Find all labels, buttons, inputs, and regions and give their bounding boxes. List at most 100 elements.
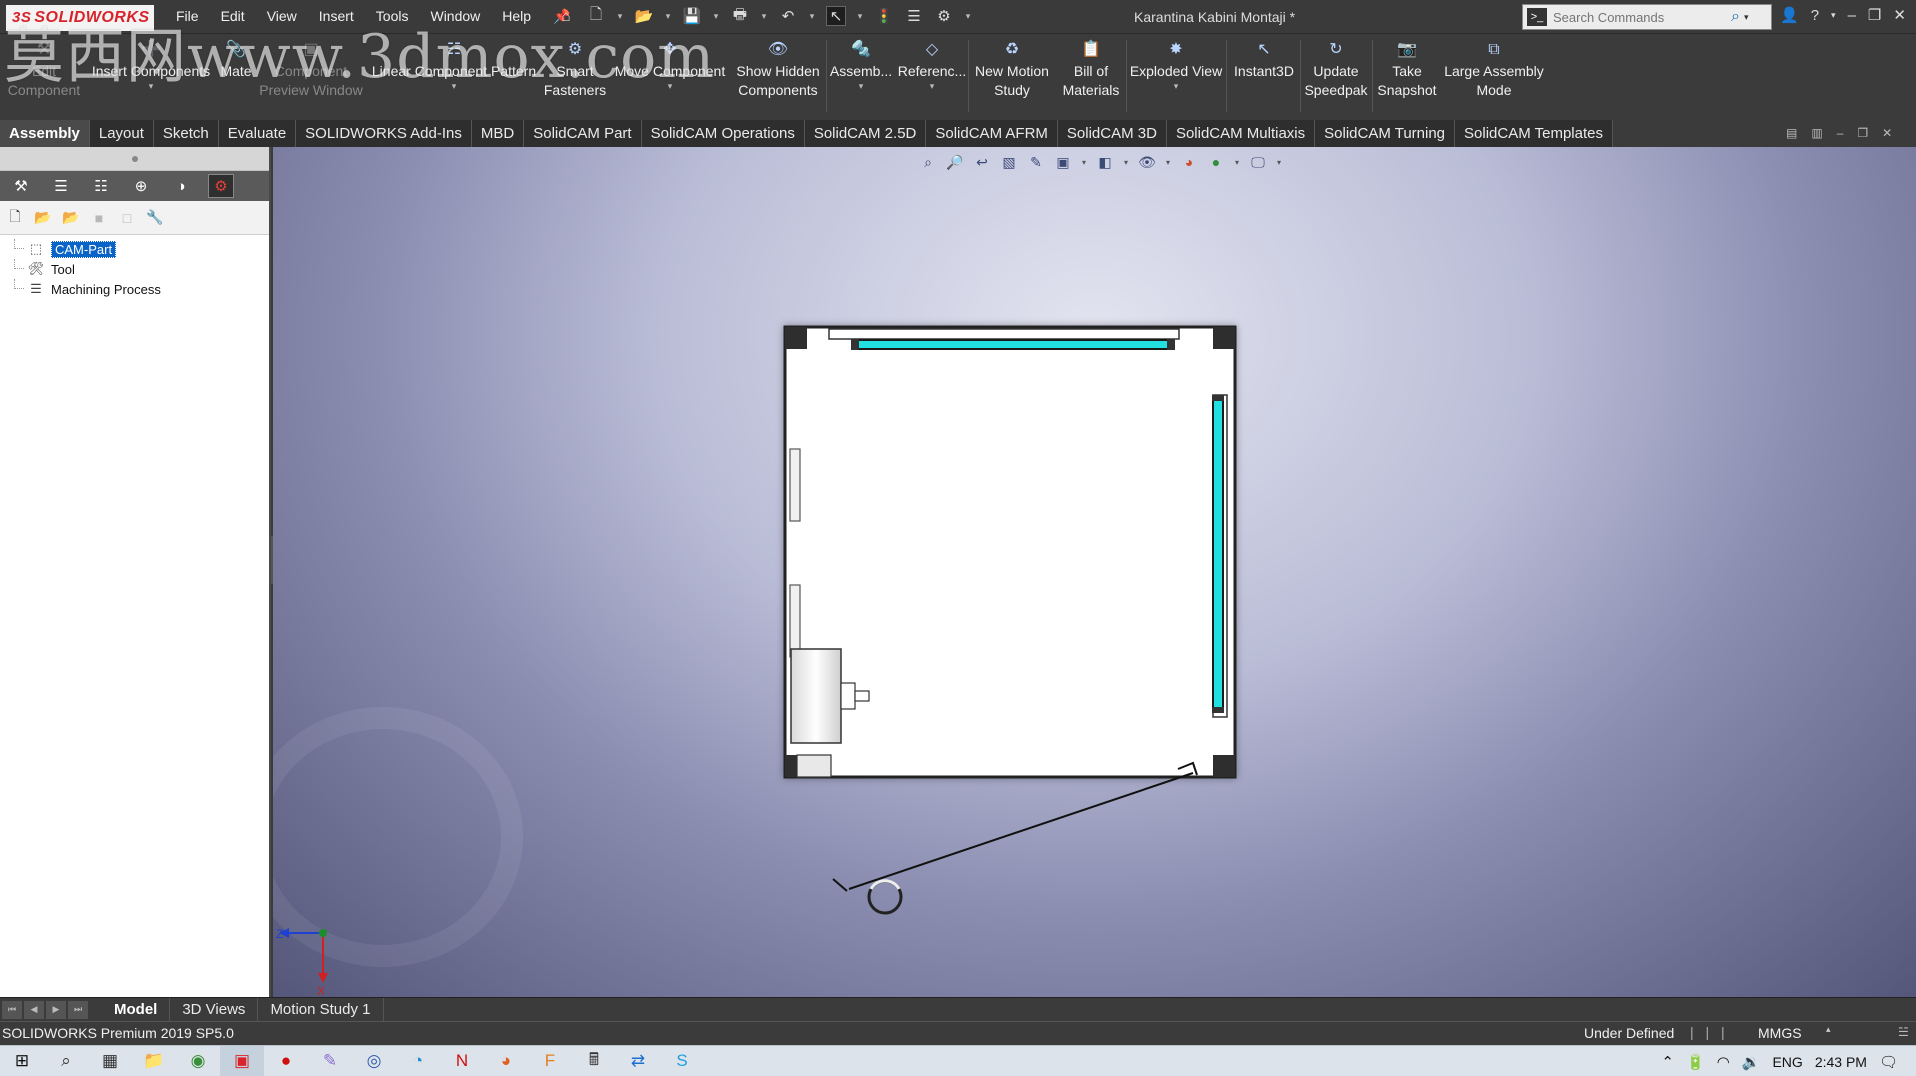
open-folder-green-icon[interactable]: 📂 xyxy=(34,209,52,227)
chevron-up-icon[interactable]: ⌃ xyxy=(1661,1053,1674,1071)
dimxpertmanager-tab-icon[interactable]: ⊕ xyxy=(128,174,154,198)
cabinet-model-view[interactable]: Z X xyxy=(273,147,1916,997)
next-tab-icon[interactable]: ▶ xyxy=(46,1000,66,1019)
move-component-button[interactable]: ✥ Move Component ▾ xyxy=(612,38,728,92)
tab-evaluate[interactable]: Evaluate xyxy=(218,120,297,147)
menu-tools[interactable]: Tools xyxy=(376,8,409,25)
solidworks-logo[interactable]: 3S SOLIDWORKS xyxy=(6,5,154,31)
chevron-down-icon[interactable]: ▾ xyxy=(452,81,457,91)
chevron-up-icon[interactable]: ▴ xyxy=(1826,1024,1831,1035)
component-preview-window-button[interactable]: ▣ Component Preview Window xyxy=(258,38,364,100)
save-icon[interactable]: ■ xyxy=(90,209,108,227)
tree-item-cam-part[interactable]: ⬚ CAM-Part xyxy=(10,239,269,259)
chevron-down-icon[interactable]: ▾ xyxy=(149,81,154,91)
chevron-down-icon[interactable]: ▾ xyxy=(859,81,864,91)
firefox-icon[interactable]: ◕ xyxy=(484,1046,528,1076)
chevron-down-icon[interactable]: ▾ xyxy=(930,81,935,91)
file-properties-icon[interactable]: ☰ xyxy=(904,6,924,26)
menu-file[interactable]: File xyxy=(176,8,199,25)
tab-mbd[interactable]: MBD xyxy=(471,120,525,147)
netflix-icon[interactable]: N xyxy=(440,1046,484,1076)
chevron-down-icon[interactable]: ▾ xyxy=(712,6,720,26)
menu-view[interactable]: View xyxy=(267,8,297,25)
restore-icon[interactable]: ❐ xyxy=(1857,126,1868,140)
volume-icon[interactable]: 🔉 xyxy=(1742,1053,1761,1071)
skype-icon[interactable]: S xyxy=(660,1046,704,1076)
smart-fasteners-button[interactable]: ⚙ Smart Fasteners xyxy=(538,38,612,100)
home-icon[interactable]: ⌂ xyxy=(556,6,576,26)
recorder-icon[interactable]: ● xyxy=(264,1046,308,1076)
rebuild-traffic-light-icon[interactable]: 🚦 xyxy=(874,6,894,26)
search-icon[interactable]: ⌕ xyxy=(1731,8,1740,26)
close-icon[interactable]: ✕ xyxy=(1893,6,1906,24)
graphics-area[interactable]: ⌕ 🔎 ↩ ▧ ✎ ▣ ▾ ◧ ▾ 👁 ▾ ◕ ● ▾ 🖵 ▾ Z X xyxy=(273,147,1916,997)
menu-insert[interactable]: Insert xyxy=(319,8,354,25)
tile-left-icon[interactable]: ▤ xyxy=(1786,126,1797,140)
take-snapshot-button[interactable]: 📷 Take Snapshot xyxy=(1374,38,1440,100)
chrome-icon[interactable]: ◉ xyxy=(176,1046,220,1076)
first-tab-icon[interactable]: ⏮ xyxy=(2,1000,22,1019)
chevron-down-icon[interactable]: ▾ xyxy=(856,6,864,26)
notifications-icon[interactable]: 🗨 xyxy=(1879,1053,1898,1071)
tab-model[interactable]: Model xyxy=(102,997,171,1022)
user-icon[interactable]: 👤 xyxy=(1780,6,1799,24)
tile-right-icon[interactable]: ▥ xyxy=(1811,126,1822,140)
rebuild-status-icon[interactable]: ☱ xyxy=(1898,1025,1909,1039)
minimize-icon[interactable]: – xyxy=(1848,7,1856,24)
search-icon[interactable]: ⌕ xyxy=(44,1046,88,1076)
save-icon[interactable]: 💾 xyxy=(682,6,702,26)
chevron-down-icon[interactable]: ▾ xyxy=(1744,12,1749,23)
show-hidden-components-button[interactable]: 👁 Show Hidden Components xyxy=(734,38,822,100)
update-speedpak-button[interactable]: ↻ Update Speedpak xyxy=(1302,38,1370,100)
open-door[interactable] xyxy=(848,772,1194,890)
new-document-icon[interactable]: 🗋 xyxy=(6,208,24,227)
tab-solidcam-operations[interactable]: SolidCAM Operations xyxy=(641,120,805,147)
copy-icon[interactable]: □ xyxy=(118,209,136,227)
tree-item-machining-process[interactable]: ☰ Machining Process xyxy=(10,279,269,299)
instant3d-button[interactable]: ↖ Instant3D xyxy=(1228,38,1300,81)
propertymanager-tab-icon[interactable]: ☰ xyxy=(48,174,74,198)
options-gear-icon[interactable]: ⚙ xyxy=(934,6,954,26)
tab-sketch[interactable]: Sketch xyxy=(153,120,219,147)
tab-motion-study-1[interactable]: Motion Study 1 xyxy=(258,997,384,1022)
paint-icon[interactable]: ✎ xyxy=(308,1046,352,1076)
tab-assembly[interactable]: Assembly xyxy=(0,120,90,147)
right-uv-lamp[interactable] xyxy=(1212,398,1224,712)
top-uv-lamp[interactable] xyxy=(854,339,1172,350)
edit-component-button[interactable]: ⚒ Edit Component xyxy=(6,38,82,100)
tab-solidcam-multiaxis[interactable]: SolidCAM Multiaxis xyxy=(1166,120,1316,147)
restore-icon[interactable]: ❐ xyxy=(1868,6,1881,24)
exploded-view-button[interactable]: ✸ Exploded View ▾ xyxy=(1128,38,1224,92)
unit-system-selector[interactable]: MMGS xyxy=(1758,1025,1802,1041)
search-commands-box[interactable]: >_ ⌕ ▾ xyxy=(1522,4,1772,30)
edge-icon[interactable]: ◔ xyxy=(396,1046,440,1076)
chevron-down-icon[interactable]: ▾ xyxy=(1831,10,1836,21)
wrench-icon[interactable]: 🔧 xyxy=(146,209,164,227)
file-explorer-icon[interactable]: 📁 xyxy=(132,1046,176,1076)
task-view-icon[interactable]: ▦ xyxy=(88,1046,132,1076)
tab-solidcam-turning[interactable]: SolidCAM Turning xyxy=(1315,120,1456,147)
insert-components-button[interactable]: ➕ Insert Components ▾ xyxy=(88,38,214,92)
tab-solidcam-templates[interactable]: SolidCAM Templates xyxy=(1455,120,1613,147)
pane-grip[interactable] xyxy=(0,147,269,171)
tab-solidcam-2-5d[interactable]: SolidCAM 2.5D xyxy=(804,120,927,147)
linear-component-pattern-button[interactable]: ☷ Linear Component Pattern ▾ xyxy=(370,38,538,92)
displaymanager-tab-icon[interactable]: ◑ xyxy=(168,174,194,198)
chevron-down-icon[interactable]: ▾ xyxy=(808,6,816,26)
solidcam-manager-tab-icon[interactable]: ⚙ xyxy=(208,174,234,198)
tab-3d-views[interactable]: 3D Views xyxy=(170,997,259,1022)
app-globe-icon[interactable]: ◎ xyxy=(352,1046,396,1076)
chevron-down-icon[interactable]: ▾ xyxy=(760,6,768,26)
help-icon[interactable]: ? xyxy=(1811,7,1819,24)
chevron-down-icon[interactable]: ▾ xyxy=(668,81,673,91)
menu-edit[interactable]: Edit xyxy=(221,8,245,25)
chevron-down-icon[interactable]: ▾ xyxy=(964,6,972,26)
featuremanager-tab-icon[interactable]: ⚒ xyxy=(8,174,34,198)
tab-solidcam-part[interactable]: SolidCAM Part xyxy=(524,120,642,147)
open-folder-blue-icon[interactable]: 📂 xyxy=(62,209,80,227)
new-document-icon[interactable]: 🗋 xyxy=(586,6,606,26)
fan-motor[interactable] xyxy=(790,648,842,744)
menu-help[interactable]: Help xyxy=(502,8,531,25)
tab-solidcam-3d[interactable]: SolidCAM 3D xyxy=(1057,120,1167,147)
chevron-down-icon[interactable]: ▾ xyxy=(1174,81,1179,91)
